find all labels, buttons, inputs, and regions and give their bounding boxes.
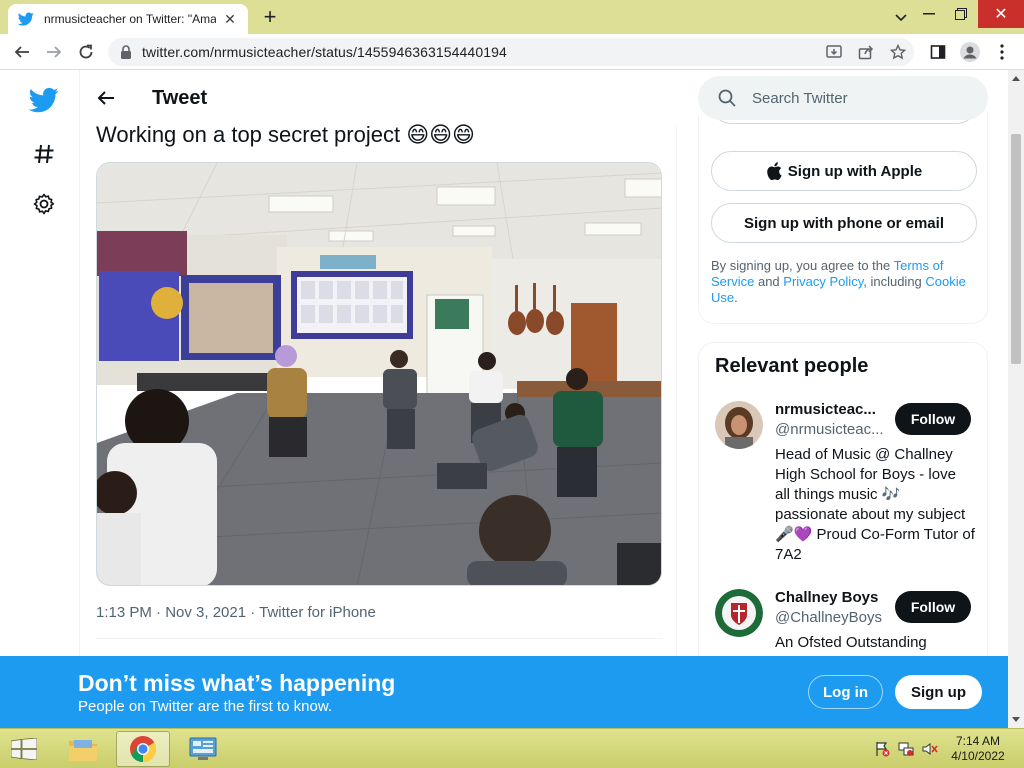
search-placeholder: Search Twitter (752, 89, 848, 107)
action-center-flag-icon[interactable] (874, 741, 890, 757)
lock-icon (121, 45, 131, 59)
back-button[interactable] (10, 40, 34, 64)
scroll-up-arrow-icon[interactable] (1008, 70, 1024, 86)
scrollbar-thumb[interactable] (1011, 134, 1021, 364)
tweet-timestamp: 1:13 PM · Nov 3, 2021 · Twitter for iPho… (96, 604, 376, 621)
signup-apple-label: Sign up with Apple (787, 162, 923, 180)
scroll-down-arrow-icon[interactable] (1008, 712, 1024, 728)
signup-card: Sign up with Apple Sign up with phone or… (698, 100, 988, 324)
signup-phone-email-button[interactable]: Sign up with phone or email (711, 203, 977, 243)
windows-taskbar: 7:14 AM 4/10/2022 (0, 728, 1024, 768)
install-app-icon[interactable] (824, 42, 844, 62)
browser-tab[interactable]: nrmusicteacher on Twitter: "Ama ✕ (8, 4, 248, 34)
right-sidebar: Sign up with Apple Sign up with phone or… (698, 70, 1008, 728)
follow-button[interactable]: Follow (895, 403, 971, 435)
share-icon[interactable] (856, 42, 876, 62)
signup-apple-button[interactable]: Sign up with Apple (711, 151, 977, 191)
tab-title: nrmusicteacher on Twitter: "Ama (44, 12, 216, 26)
browser-toolbar: twitter.com/nrmusicteacher/status/145594… (0, 34, 1024, 70)
clock-time: 7:14 AM (955, 734, 1001, 748)
maximize-button[interactable] (944, 0, 978, 28)
url-text: twitter.com/nrmusicteacher/status/145594… (142, 44, 507, 60)
back-arrow-icon[interactable] (94, 86, 118, 110)
file-explorer-taskbar-icon[interactable] (56, 731, 110, 767)
profile-avatar-icon[interactable] (960, 42, 980, 62)
page-scrollbar[interactable] (1008, 70, 1024, 728)
person-name[interactable]: nrmusicteac... (775, 401, 876, 418)
new-tab-button[interactable]: + (258, 6, 282, 30)
close-window-button[interactable]: ✕ (978, 0, 1024, 28)
person-bio: An Ofsted Outstanding (775, 634, 927, 651)
bookmark-star-icon[interactable] (888, 42, 908, 62)
minimize-button[interactable] (912, 0, 946, 28)
person-handle[interactable]: @ChallneyBoys (775, 609, 882, 626)
avatar[interactable] (715, 589, 763, 637)
clock-date: 4/10/2022 (951, 749, 1005, 763)
terms-and: and (754, 274, 784, 289)
control-panel-taskbar-icon[interactable] (176, 731, 230, 767)
person-name[interactable]: Challney Boys (775, 589, 878, 606)
login-button[interactable]: Log in (808, 675, 883, 709)
banner-subtitle: People on Twitter are the first to know. (78, 698, 333, 715)
search-box[interactable]: Search Twitter (698, 76, 988, 120)
divider (96, 638, 662, 639)
apple-icon (767, 162, 782, 180)
twitter-favicon-icon (18, 12, 34, 26)
page-title: Tweet (152, 87, 208, 109)
forward-button[interactable] (42, 40, 66, 64)
twitter-logo-icon[interactable] (26, 82, 62, 118)
twitter-page: Tweet Working on a top secret project 😄😄… (0, 70, 1008, 728)
signup-phone-label: Sign up with phone or email (743, 214, 944, 232)
volume-muted-icon[interactable] (922, 741, 938, 757)
terms-including: , including (863, 274, 926, 289)
windows-start-icon[interactable] (6, 733, 42, 765)
tweet-photo[interactable] (96, 162, 662, 586)
person-handle[interactable]: @nrmusicteac... (775, 421, 884, 438)
left-navigation (0, 70, 80, 728)
terms-end: . (734, 290, 738, 305)
tab-close-icon[interactable]: ✕ (222, 11, 238, 27)
login-prompt-banner: Don’t miss what’s happening People on Tw… (0, 656, 1008, 728)
settings-gear-icon[interactable] (26, 186, 62, 222)
browser-tabstrip: nrmusicteacher on Twitter: "Ama ✕ + ✕ (0, 0, 1024, 34)
address-bar[interactable]: twitter.com/nrmusicteacher/status/145594… (108, 38, 914, 66)
search-icon (718, 89, 736, 107)
network-icon[interactable] (898, 741, 914, 757)
tweet-text: Working on a top secret project 😄😄😄 (96, 122, 475, 147)
classroom-photo-illustration (97, 163, 661, 585)
relevant-people-title: Relevant people (715, 355, 869, 377)
person-bio: Head of Music @ Challney High School for… (775, 446, 975, 563)
terms-prefix: By signing up, you agree to the (711, 258, 894, 273)
browser-menu-icon[interactable] (992, 42, 1012, 62)
follow-button[interactable]: Follow (895, 591, 971, 623)
signup-terms: By signing up, you agree to the Terms of… (711, 258, 977, 306)
privacy-policy-link[interactable]: Privacy Policy (783, 274, 863, 289)
reload-button[interactable] (74, 40, 98, 64)
chrome-taskbar-icon[interactable] (116, 731, 170, 767)
tweet-column: Tweet Working on a top secret project 😄😄… (79, 70, 677, 728)
signup-button[interactable]: Sign up (895, 675, 982, 709)
avatar[interactable] (715, 401, 763, 449)
banner-title: Don’t miss what’s happening (78, 670, 396, 696)
system-clock[interactable]: 7:14 AM 4/10/2022 (948, 734, 1008, 764)
explore-hashtag-icon[interactable] (26, 136, 62, 172)
tweet-header: Tweet (80, 70, 677, 126)
side-panel-icon[interactable] (928, 42, 948, 62)
